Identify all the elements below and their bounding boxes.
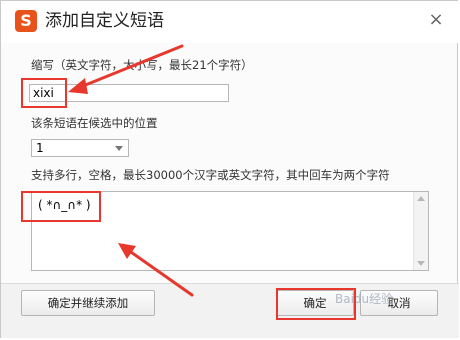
confirm-highlight-box bbox=[276, 288, 356, 320]
close-icon[interactable]: × bbox=[427, 11, 445, 29]
add-custom-phrase-dialog: S 添加自定义短语 × 缩写（英文字符，大小写，最长21个字符） xixi 该条… bbox=[0, 0, 459, 338]
scroll-down-icon[interactable] bbox=[417, 261, 425, 266]
position-label: 该条短语在候选中的位置 bbox=[31, 116, 158, 130]
phrase-label: 支持多行，空格，最长30000个汉字或英文字符，其中回车为两个字符 bbox=[31, 168, 390, 182]
position-select-value: 1 bbox=[36, 141, 44, 155]
scroll-up-icon[interactable] bbox=[417, 196, 425, 201]
chevron-down-icon bbox=[115, 146, 123, 151]
textarea-scrollbar[interactable] bbox=[413, 192, 428, 270]
dialog-title: 添加自定义短语 bbox=[45, 11, 164, 31]
phrase-highlight-box bbox=[21, 191, 101, 222]
abbreviation-highlight-box bbox=[21, 78, 67, 108]
title-bar: S 添加自定义短语 × bbox=[1, 1, 459, 43]
abbreviation-label: 缩写（英文字符，大小写，最长21个字符） bbox=[31, 58, 253, 72]
confirm-and-continue-button[interactable]: 确定并继续添加 bbox=[21, 290, 155, 316]
sogou-logo-icon: S bbox=[15, 10, 37, 32]
position-select[interactable]: 1 bbox=[31, 139, 129, 157]
